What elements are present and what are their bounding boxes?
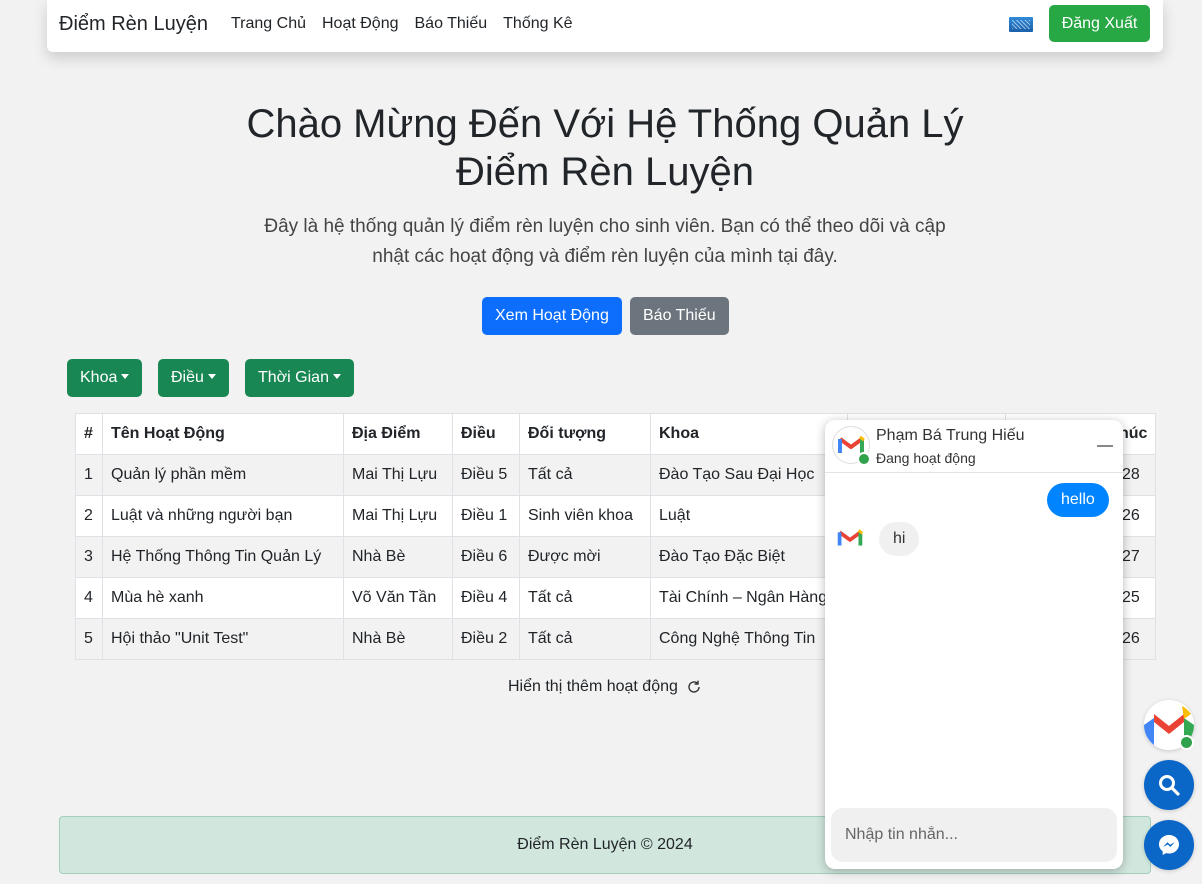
cell-faculty: Đào Tạo Sau Đại Học [650,454,848,496]
cell-location: Nhà Bè [343,536,453,578]
cell-name: Mùa hè xanh [102,577,344,619]
nav-link-home[interactable]: Trang Chủ [231,15,306,33]
nav-link-stats[interactable]: Thống Kê [503,15,572,33]
online-status-dot [857,452,871,466]
nav-link-report[interactable]: Báo Thiếu [415,15,488,33]
cell-faculty: Công Nghệ Thông Tin [650,618,848,660]
load-more-label: Hiển thị thêm hoạt động [508,678,678,695]
cell-location: Nhà Bè [343,618,453,660]
filter-time-dropdown[interactable]: Thời Gian [245,359,354,397]
cell-name: Hội thảo "Unit Test" [102,618,344,660]
cell-faculty: Luật [650,495,848,537]
cell-faculty: Tài Chính – Ngân Hàng [650,577,848,619]
nav-link-activities[interactable]: Hoạt Động [322,15,399,33]
col-header-name: Tên Hoạt Động [102,413,344,455]
col-header-target: Đối tượng [519,413,651,455]
cell-name: Quản lý phần mềm [102,454,344,496]
chat-message-input[interactable] [831,808,1117,862]
cell-article: Điều 2 [452,618,520,660]
cell-index: 3 [75,536,103,578]
page-title: Chào Mừng Đến Với Hệ Thống Quản Lý Điểm … [246,102,964,194]
search-icon [1159,775,1180,796]
col-header-article: Điều [452,413,520,455]
caret-down-icon [332,374,341,379]
cell-target: Tất cả [519,577,651,619]
cell-name: Hệ Thống Thông Tin Quản Lý [102,536,344,578]
footer-text: Điểm Rèn Luyện © 2024 [517,836,693,853]
cell-location: Mai Thị Lựu [343,454,453,496]
brand[interactable]: Điểm Rèn Luyện [59,13,208,36]
filter-time-label: Thời Gian [258,369,329,386]
caret-down-icon [121,374,130,379]
caret-down-icon [207,374,216,379]
search-fab[interactable] [1144,760,1194,810]
logout-button[interactable]: Đăng Xuất [1049,5,1150,42]
filter-article-dropdown[interactable]: Điều [158,359,229,397]
cell-location: Võ Văn Tần [343,577,453,619]
gmail-icon [833,521,867,555]
chat-header: Phạm Bá Trung Hiếu Đang hoạt động [825,420,1123,473]
flag-icon[interactable] [1009,17,1033,32]
cell-target: Tất cả [519,618,651,660]
navbar: Điểm Rèn Luyện Trang Chủ Hoạt Động Báo T… [47,0,1163,52]
cell-index: 2 [75,495,103,537]
cell-target: Được mời [519,536,651,578]
cell-article: Điều 5 [452,454,520,496]
chat-window: Phạm Bá Trung Hiếu Đang hoạt động hello … [825,420,1123,869]
gmail-fab[interactable] [1144,700,1194,750]
col-header-index: # [75,413,103,455]
messenger-icon [1159,835,1179,855]
load-more-link[interactable]: Hiển thị thêm hoạt động [508,678,702,696]
cell-faculty: Đào Tạo Đặc Biệt [650,536,848,578]
messenger-fab[interactable] [1144,820,1194,870]
filter-faculty-dropdown[interactable]: Khoa [67,359,143,397]
chat-contact-name: Phạm Bá Trung Hiếu [876,427,1025,444]
cell-index: 4 [75,577,103,619]
cell-article: Điều 1 [452,495,520,537]
online-status-dot [1179,735,1194,750]
report-missing-button[interactable]: Báo Thiếu [630,297,729,335]
col-header-faculty: Khoa [650,413,848,455]
cell-target: Sinh viên khoa [519,495,651,537]
hero-lead: Đây là hệ thống quản lý điểm rèn luyện c… [264,216,946,267]
cell-article: Điều 4 [452,577,520,619]
cell-name: Luật và những người bạn [102,495,344,537]
view-activities-button[interactable]: Xem Hoạt Động [482,297,622,335]
filter-faculty-label: Khoa [80,369,118,386]
message-incoming: hi [879,522,920,556]
minimize-icon[interactable] [1097,437,1113,453]
message-outgoing: hello [1047,483,1109,517]
cell-index: 1 [75,454,103,496]
col-header-location: Địa Điểm [343,413,453,455]
cell-index: 5 [75,618,103,660]
nav-links: Trang Chủ Hoạt Động Báo Thiếu Thống Kê [231,15,589,33]
filter-article-label: Điều [171,369,204,386]
chat-contact-status: Đang hoạt động [876,450,976,466]
cell-article: Điều 6 [452,536,520,578]
reload-icon [688,680,700,693]
cell-target: Tất cả [519,454,651,496]
cell-location: Mai Thị Lựu [343,495,453,537]
